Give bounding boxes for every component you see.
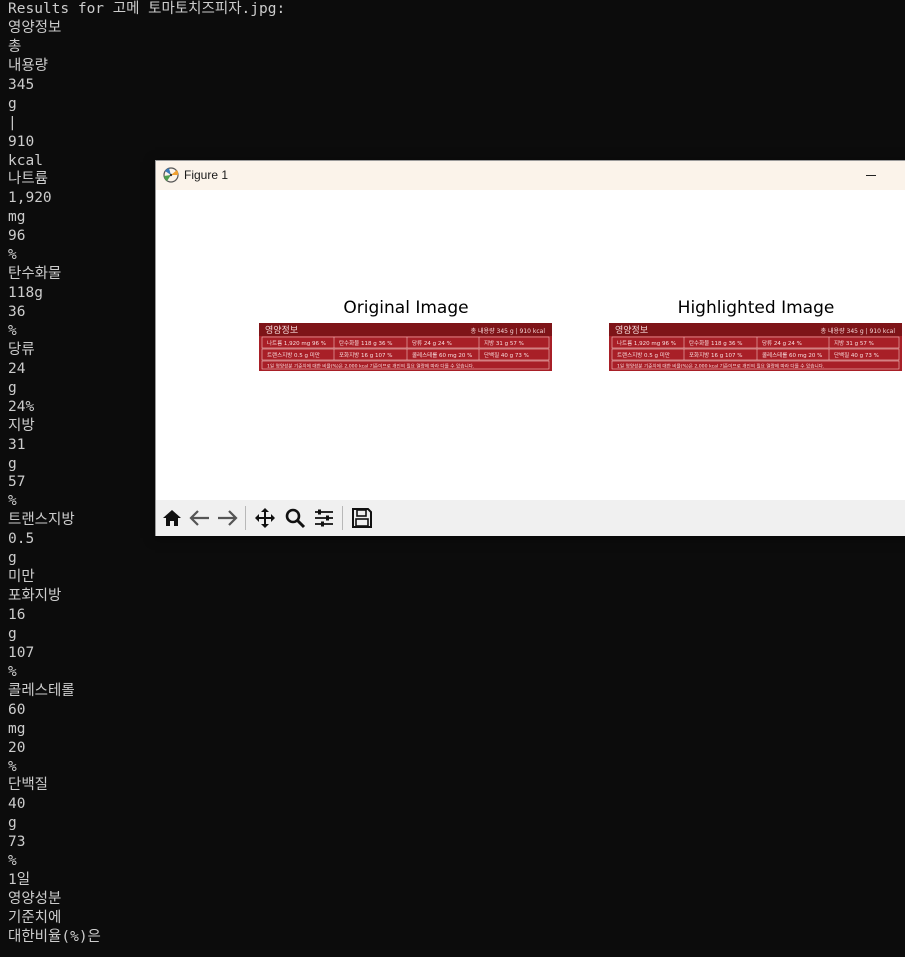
terminal-line: 107 <box>8 644 35 661</box>
terminal-line: mg <box>8 720 26 737</box>
terminal-line: | <box>8 114 17 131</box>
terminal-line: 345 <box>8 76 35 93</box>
label-header: 영양정보 <box>265 325 298 336</box>
configure-subplots-button[interactable] <box>311 505 337 531</box>
figure-canvas[interactable]: Original Image Highlighted Image 영양정보 총 … <box>156 190 905 500</box>
terminal-line: 포화지방 <box>8 588 62 605</box>
toolbar-separator <box>342 506 343 530</box>
terminal-line: 73 <box>8 834 26 851</box>
terminal-line: 20 <box>8 739 26 756</box>
subplot-title-original: Original Image <box>343 298 469 318</box>
forward-button[interactable] <box>214 505 240 531</box>
pan-move-icon <box>255 508 275 528</box>
back-arrow-icon <box>189 510 209 526</box>
label-header: 영양정보 <box>615 325 648 336</box>
terminal-line: 콜레스테롤 <box>8 682 75 699</box>
back-button[interactable] <box>187 505 213 531</box>
terminal-line: 영양정보 <box>8 19 62 36</box>
terminal-line: 단백질 <box>8 777 49 794</box>
label-cell: 트랜스지방 0.5 g 미만 <box>267 351 320 359</box>
label-cell: 당류 24 g 24 % <box>412 340 452 347</box>
figure-window[interactable]: Figure 1 Original Image Highlighted Imag… <box>155 160 905 536</box>
pan-button[interactable] <box>252 505 278 531</box>
save-floppy-icon <box>352 508 372 528</box>
terminal-line: g <box>8 550 17 567</box>
label-cell: 나트륨 1,920 mg 96 % <box>267 339 326 347</box>
label-cell: 지방 31 g 57 % <box>484 339 524 347</box>
subplot-title-highlighted: Highlighted Image <box>677 298 835 318</box>
highlighted-nutrition-image: 영양정보 총 내용량 345 g | 910 kcal 나트륨 1,920 mg… <box>609 323 902 371</box>
label-cell: 탄수화물 118 g 36 % <box>689 339 742 347</box>
terminal-line: g <box>8 625 17 642</box>
matplotlib-app-icon <box>162 166 180 184</box>
label-footer: 1일 영양성분 기준치에 대한 비율(%)은 2,000 kcal 기준이므로 … <box>267 363 474 370</box>
terminal-line: 1일 <box>8 872 31 889</box>
label-total: 총 내용량 345 g | 910 kcal <box>471 327 546 335</box>
terminal-line: 내용량 <box>8 57 49 74</box>
label-cell: 탄수화물 118 g 36 % <box>339 339 392 347</box>
terminal-line: % <box>8 758 17 775</box>
window-titlebar[interactable]: Figure 1 <box>156 161 905 190</box>
label-cell: 지방 31 g 57 % <box>834 339 874 347</box>
terminal-line: g <box>8 815 17 832</box>
label-total: 총 내용량 345 g | 910 kcal <box>821 327 896 335</box>
minimize-button[interactable] <box>856 161 886 190</box>
terminal-line: 기준치에 <box>8 910 62 926</box>
home-button[interactable] <box>159 505 185 531</box>
zoom-button[interactable] <box>282 505 308 531</box>
toolbar-separator <box>245 506 246 530</box>
home-icon <box>163 510 181 526</box>
label-cell: 콜레스테롤 60 mg 20 % <box>412 351 472 359</box>
terminal-line: 총 <box>8 38 22 55</box>
terminal-line: 40 <box>8 796 26 813</box>
terminal-line: % <box>8 853 17 870</box>
forward-arrow-icon <box>218 510 238 526</box>
label-cell: 포화지방 16 g 107 % <box>339 351 392 359</box>
label-cell: 나트륨 1,920 mg 96 % <box>617 339 676 347</box>
terminal-line: 60 <box>8 701 26 718</box>
terminal-line: g <box>8 95 17 112</box>
window-title: Figure 1 <box>184 168 229 182</box>
label-cell: 콜레스테롤 60 mg 20 % <box>762 351 822 359</box>
label-cell: 당류 24 g 24 % <box>762 340 802 347</box>
label-footer: 1일 영양성분 기준치에 대한 비율(%)은 2,000 kcal 기준이므로 … <box>617 363 824 370</box>
terminal-line: 미만 <box>8 569 35 586</box>
terminal-line: 대한비율(%)은 <box>8 928 101 945</box>
terminal-line: Results for 고메 토마토치즈피자.jpg: <box>8 1 286 17</box>
terminal-line: % <box>8 663 17 680</box>
terminal-line: 16 <box>8 607 26 623</box>
terminal-line: 영양성분 <box>8 891 62 908</box>
terminal-line: 910 <box>8 133 35 150</box>
navigation-toolbar <box>156 500 905 536</box>
zoom-magnifier-icon <box>285 508 306 529</box>
label-cell: 단백질 40 g 73 % <box>484 351 529 359</box>
configure-subplots-icon <box>315 509 333 527</box>
label-cell: 포화지방 16 g 107 % <box>689 351 742 359</box>
original-nutrition-image: 영양정보 총 내용량 345 g | 910 kcal 나트륨 1,920 mg… <box>259 323 552 371</box>
label-cell: 트랜스지방 0.5 g 미만 <box>617 351 670 359</box>
label-cell: 단백질 40 g 73 % <box>834 351 879 359</box>
save-button[interactable] <box>349 505 375 531</box>
